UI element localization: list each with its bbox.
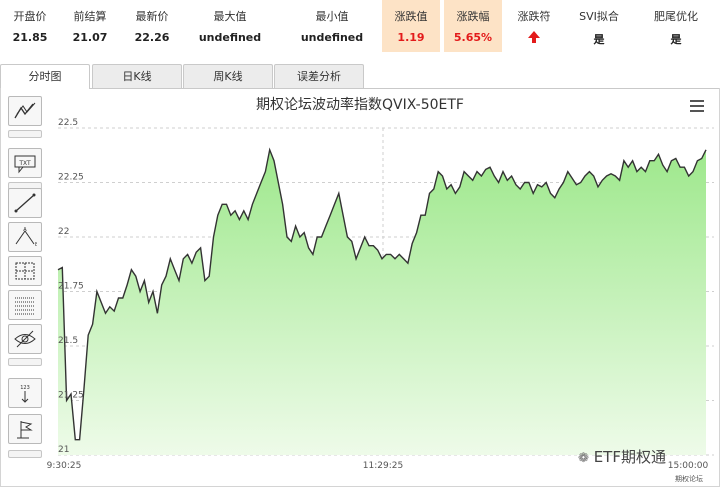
y-tick-label: 21.75: [58, 282, 84, 292]
line-segment-icon[interactable]: [8, 188, 42, 218]
y-tick-label: 21.5: [58, 336, 78, 346]
x-tick-label: 9:30:25: [47, 461, 82, 471]
toolbar-separator: [8, 130, 42, 138]
text-label-icon[interactable]: TXT: [8, 148, 42, 178]
forum-watermark: 期权论坛: [675, 475, 703, 483]
y-tick-label: 21: [58, 445, 69, 455]
fibonacci-icon[interactable]: AB: [8, 222, 42, 252]
hide-eye-icon[interactable]: [8, 324, 42, 354]
svg-text:B: B: [35, 242, 37, 248]
toolbar-separator: [8, 358, 42, 366]
measure-icon[interactable]: [8, 256, 42, 286]
trend-lines-icon[interactable]: [8, 96, 42, 126]
flag-icon[interactable]: [8, 414, 42, 444]
y-tick-label: 21.25: [58, 391, 84, 401]
y-tick-label: 22.5: [58, 118, 78, 128]
numbering-icon[interactable]: 123: [8, 378, 42, 408]
y-tick-label: 22: [58, 227, 69, 237]
svg-text:A: A: [23, 227, 27, 233]
x-tick-label: 15:00:00: [668, 461, 709, 471]
x-tick-label: 11:29:25: [363, 461, 403, 471]
brand-watermark: ❁ ETF期权通: [578, 446, 666, 467]
brand-watermark-text: ETF期权通: [593, 448, 666, 466]
y-tick-label: 22.25: [58, 173, 84, 183]
svg-text:TXT: TXT: [18, 160, 31, 167]
chart-area[interactable]: 22.5 22.25 22 21.75 21.5 21.25 21 9:30:25 11:29…: [0, 0, 720, 488]
svg-text:123: 123: [20, 385, 30, 391]
wechat-icon: ❁: [578, 451, 589, 466]
toolbar-separator: [8, 450, 42, 458]
horizontal-lines-icon[interactable]: [8, 290, 42, 320]
